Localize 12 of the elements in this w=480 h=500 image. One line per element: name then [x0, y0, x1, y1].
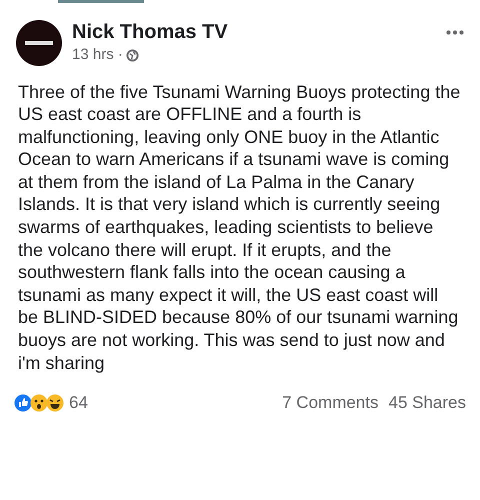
comments-link[interactable]: 7 Comments — [282, 390, 378, 416]
author-name[interactable]: Nick Thomas TV — [72, 20, 228, 44]
post-time[interactable]: 13 hrs · — [72, 44, 123, 66]
post-text: Three of the five Tsunami Warning Buoys protecting the US east coast are OFFLINE and a fourth is malfunctioning, leaving only ONE buoy in the Atlantic Ocean to warn Americans if a tsunami wave is coming at them from the island of La Palma in the Canary Islands. It is that very island which is currently seeing swarms of earthquakes, leading scientists to believe the volcano there will erupt. If it erupts, and the southwestern flank falls into the ocean causing a tsunami as many expect it will, the US east coast will be BLIND-SIDED because 80% of our tsunami warning buoys are not working. This was send to just now and i'm sharing — [17, 80, 462, 374]
more-icon[interactable] — [446, 30, 464, 35]
avatar-icon[interactable] — [16, 20, 62, 66]
wow-emoji-icon — [30, 394, 48, 412]
reaction-count[interactable]: 64 — [69, 390, 88, 416]
laugh-emoji-icon — [46, 394, 64, 412]
like-icon — [14, 394, 32, 412]
shares-link[interactable]: 45 Shares — [388, 390, 466, 416]
globe-icon — [126, 48, 139, 62]
